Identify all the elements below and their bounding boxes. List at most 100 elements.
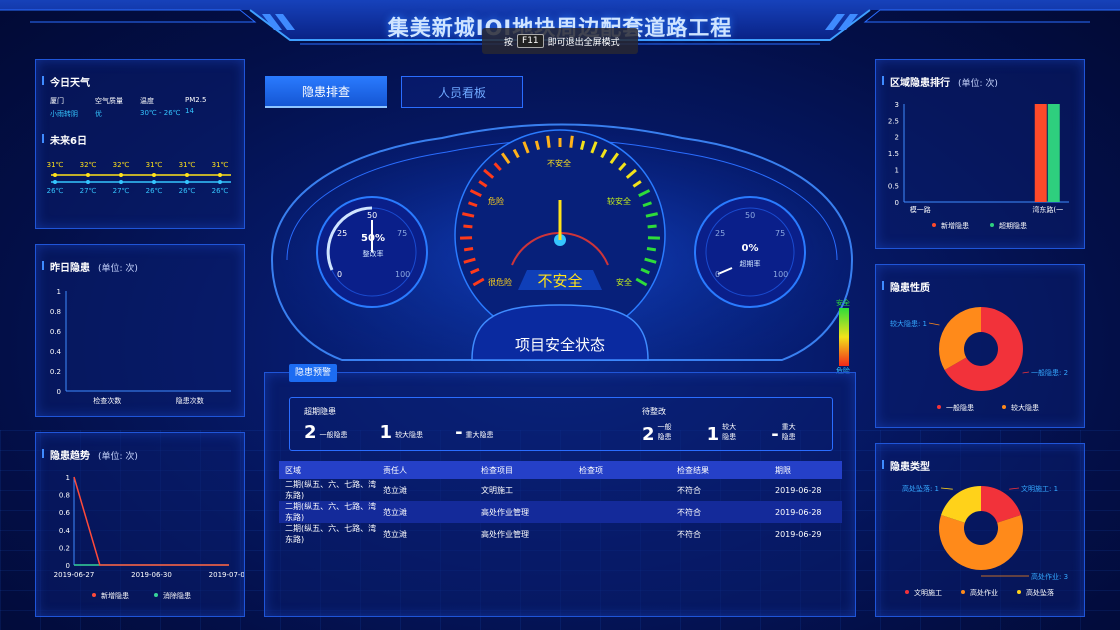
types-annot-line-2 bbox=[940, 487, 953, 490]
gauge-tick-29 bbox=[647, 224, 657, 229]
ranking-bar-1-1 bbox=[1047, 104, 1060, 202]
forecast-low-0: 26℃ bbox=[47, 187, 64, 195]
yesterday-ytick-3: 0.4 bbox=[50, 348, 62, 356]
pending-label-1: 较大隐患 bbox=[722, 423, 737, 441]
ranking-bar-1-0 bbox=[1034, 104, 1047, 202]
trend-ytick-2: 0.6 bbox=[59, 509, 71, 517]
types-chart: 文明施工: 1 高处作业: 3 高处坠落: 1 文明施工 高处作业 高处坠落 bbox=[902, 484, 1068, 597]
forecast-high-dot-1 bbox=[86, 173, 90, 177]
overdue-item-1: 1 较大隐患 bbox=[380, 422, 424, 443]
table-header-1: 责任人 bbox=[383, 465, 407, 475]
yesterday-ytick-2: 0.6 bbox=[50, 328, 62, 336]
forecast-chart: 31℃ 26℃ 32℃ 27℃ 32℃ 27℃ 31℃ 26℃ 31℃ 26℃ 31℃ 26℃ bbox=[47, 161, 231, 195]
nature-annot-0: 一般隐患: 2 bbox=[1031, 368, 1068, 377]
trend-legend-0: 新增隐患 bbox=[101, 591, 129, 600]
yesterday-ytick-5: 0 bbox=[57, 388, 61, 396]
types-annot-2: 高处坠落: 1 bbox=[902, 484, 939, 493]
left-gauge-label: 整改率 bbox=[362, 250, 384, 258]
forecast-high-dot-2 bbox=[119, 173, 123, 177]
nature-annot-1: 较大隐患: 1 bbox=[890, 319, 927, 328]
right-tick-0: 0 bbox=[715, 270, 721, 279]
tab-staff-board[interactable]: 人员看板 bbox=[401, 76, 523, 108]
trend-xtick-1: 2019-06-30 bbox=[131, 571, 172, 579]
tab-hazard-check[interactable]: 隐患排查 bbox=[265, 76, 387, 108]
forecast-high-0: 31℃ bbox=[47, 161, 64, 169]
gauge-tick-3 bbox=[463, 247, 474, 252]
table-header-5: 期限 bbox=[775, 465, 791, 475]
table-cell bbox=[573, 479, 671, 501]
weather-pm25: PM2.5 14 bbox=[185, 96, 207, 115]
safety-status: 不安全 bbox=[537, 272, 583, 290]
nature-legend-1: 较大隐患 bbox=[1011, 403, 1039, 412]
trend-legend-dot-0 bbox=[92, 593, 96, 597]
types-legend-dot-1 bbox=[961, 590, 965, 594]
table-cell: 文明施工 bbox=[481, 485, 513, 495]
table-row[interactable]: 二期(纵五、六、七路、湾东路) 范立滩 文明施工 不符合 2019-06-28 bbox=[279, 479, 842, 501]
right-tick-75: 75 bbox=[775, 229, 786, 238]
forecast-high-2: 32℃ bbox=[113, 161, 130, 169]
forecast-low-dot-3 bbox=[152, 180, 156, 184]
forecast-low-5: 26℃ bbox=[212, 187, 229, 195]
nature-legend-0: 一般隐患 bbox=[946, 403, 974, 412]
right-gauge-value: 0% bbox=[741, 243, 759, 254]
nature-slice-1 bbox=[939, 307, 981, 370]
forecast-low-dot-4 bbox=[185, 180, 189, 184]
forecast-high-1: 32℃ bbox=[80, 161, 97, 169]
trend-ytick-5: 0 bbox=[66, 562, 70, 570]
table-cell: 不符合 bbox=[677, 529, 701, 539]
table-header-2: 检查项目 bbox=[481, 465, 513, 475]
weather-title: 今日天气 bbox=[42, 74, 90, 89]
table-cell: 不符合 bbox=[677, 485, 701, 495]
pending-item-1: 1 较大隐患 bbox=[707, 422, 740, 445]
table-cell: 范立滩 bbox=[383, 485, 407, 495]
weather-temp: 温度 30℃ - 26℃ bbox=[140, 97, 181, 117]
pending-item-0: 2 一般隐患 bbox=[642, 422, 675, 445]
trend-ytick-3: 0.4 bbox=[59, 527, 71, 535]
nature-panel: 隐患性质 一般隐患: 2 较大隐患: 1 一般隐患 较大隐患 bbox=[875, 264, 1085, 428]
table-row[interactable]: 二期(纵五、六、七路、湾东路) 范立滩 高处作业管理 不符合 2019-06-28 bbox=[279, 501, 842, 523]
table-cell: 范立滩 bbox=[383, 507, 407, 517]
gauge-tick-18 bbox=[569, 135, 574, 148]
forecast-low-2: 27℃ bbox=[113, 187, 130, 195]
table-cell: 2019-06-28 bbox=[775, 485, 822, 495]
trend-chart: 1 0.8 0.6 0.4 0.2 02019-06-27 2019-06-30 2019-0… bbox=[54, 474, 244, 600]
nature-chart: 一般隐患: 2 较大隐患: 1 一般隐患 较大隐患 bbox=[890, 307, 1068, 412]
project-safety-title: 项目安全状态 bbox=[514, 336, 605, 354]
ranking-legend-1: 超期隐患 bbox=[999, 221, 1027, 230]
nature-annot-line-1 bbox=[928, 322, 940, 326]
overdue-items: 2 一般隐患 1 较大隐患 - 重大隐患 bbox=[304, 422, 526, 443]
ranking-legend-0: 新增隐患 bbox=[941, 221, 969, 230]
weather-panel: 今日天气 厦门 小雨转阴 空气质量优 温度 30℃ - 26℃ PM2.5 14 未来… bbox=[35, 59, 245, 229]
ranking-ytick-3: 1.5 bbox=[888, 150, 899, 158]
forecast-high-dot-5 bbox=[218, 173, 222, 177]
types-annot-0: 文明施工: 1 bbox=[1021, 484, 1058, 493]
center-label-danger: 危险 bbox=[488, 197, 504, 206]
ranking-ytick-5: 0.5 bbox=[888, 183, 899, 191]
ranking-legend-dot-1 bbox=[990, 223, 994, 227]
table-cell: 2019-06-28 bbox=[775, 507, 822, 517]
table-header-3: 检查项 bbox=[579, 465, 603, 475]
pending-title: 待整改 bbox=[642, 407, 666, 416]
warning-summary: 超期隐患 2 一般隐患 1 较大隐患 - 重大隐患 待整改 2 一般隐患 1 较大隐患 - 重大隐患 bbox=[289, 397, 833, 451]
left-tick-25: 25 bbox=[337, 229, 348, 238]
right-tick-50: 50 bbox=[745, 211, 756, 220]
gauge-tick-31 bbox=[646, 247, 657, 252]
table-cell bbox=[573, 501, 671, 523]
pending-label-0: 一般隐患 bbox=[657, 423, 672, 441]
pending-num-2: - bbox=[771, 424, 779, 445]
ranking-legend-dot-0 bbox=[932, 223, 936, 227]
forecast-high-dot-3 bbox=[152, 173, 156, 177]
trend-xtick-0: 2019-06-27 bbox=[54, 571, 95, 579]
safety-bar-top: 安全 bbox=[836, 299, 850, 307]
types-legend-2: 高处坠落 bbox=[1026, 588, 1054, 597]
weather-aqi: 空气质量优 bbox=[95, 97, 123, 118]
pending-num-1: 1 bbox=[706, 424, 720, 445]
overdue-item-2: - 重大隐患 bbox=[455, 422, 493, 443]
gauge-tick-19 bbox=[580, 140, 586, 151]
forecast-low-1: 27℃ bbox=[80, 187, 97, 195]
forecast-high-dot-0 bbox=[53, 173, 57, 177]
table-row[interactable]: 二期(纵五、六、七路、湾东路) 范立滩 高处作业管理 不符合 2019-06-29 bbox=[279, 523, 842, 545]
yesterday-title: 昨日隐患 (单位: 次) bbox=[42, 259, 138, 274]
trend-ytick-4: 0.2 bbox=[59, 544, 70, 552]
right-gauge-label: 超期率 bbox=[739, 260, 761, 268]
